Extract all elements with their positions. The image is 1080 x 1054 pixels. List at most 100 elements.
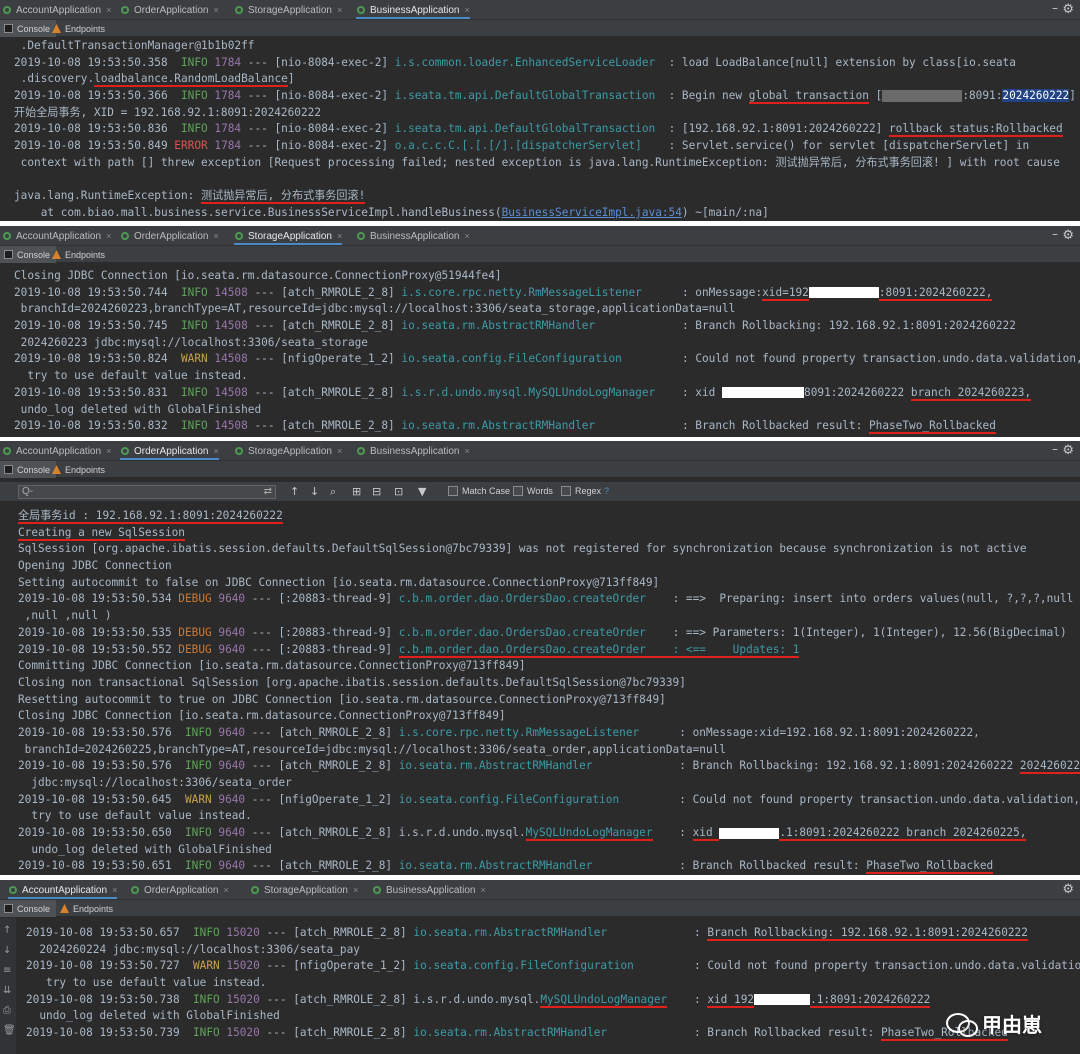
filter-icon[interactable]: ▼ xyxy=(418,485,426,498)
tab-business-application[interactable]: BusinessApplication × xyxy=(356,441,470,461)
run-icon xyxy=(2,231,12,241)
redaction-mask xyxy=(882,90,963,103)
log-line: context with path [] threw exception [Re… xyxy=(14,155,1080,172)
close-icon[interactable]: × xyxy=(337,446,342,456)
gear-icon[interactable]: ⚙ xyxy=(1062,882,1074,897)
log-segment: 2019-10-08 19:53:50.836 xyxy=(14,122,181,136)
wrap-icon[interactable]: ≡ xyxy=(3,966,13,976)
log-line: undo_log deleted with GlobalFinished xyxy=(14,402,1080,419)
arrow-up-icon[interactable]: ↑ xyxy=(3,926,13,936)
select-all-icon[interactable]: ⊡ xyxy=(394,485,403,498)
log-segment: 14508 xyxy=(214,285,248,299)
log-segment: 2019-10-08 19:53:50.738 xyxy=(26,992,193,1006)
log-segment: i.seata.tm.api.DefaultGlobalTransaction xyxy=(394,89,656,103)
tab-business-application[interactable]: BusinessApplication × xyxy=(356,226,470,246)
console-tab[interactable]: Console xyxy=(0,246,57,263)
gear-icon[interactable]: ⚙ xyxy=(1062,2,1074,17)
minimize-icon[interactable]: – xyxy=(1052,1,1058,15)
console-tab[interactable]: Console xyxy=(0,20,57,37)
console-log[interactable]: Closing JDBC Connection [io.seata.rm.dat… xyxy=(14,268,1080,435)
arrow-up-icon[interactable]: ↑ xyxy=(290,485,299,498)
regex-checkbox[interactable]: Regex xyxy=(561,486,601,496)
redaction-mask xyxy=(719,827,780,839)
arrow-down-icon[interactable]: ↓ xyxy=(310,485,319,498)
log-segment: Resetting autocommit to true on JDBC Con… xyxy=(18,692,666,706)
tab-order-application[interactable]: OrderApplication × xyxy=(120,226,219,246)
endpoints-tab[interactable]: Endpoints xyxy=(52,461,105,478)
console-log[interactable]: 全局事务id : 192.168.92.1:8091:2024260222 Cre… xyxy=(18,508,1080,875)
add-selection-icon[interactable]: ⊞ xyxy=(352,485,361,498)
close-icon[interactable]: × xyxy=(112,885,117,895)
minimize-icon[interactable]: – xyxy=(1052,442,1058,456)
run-icon xyxy=(356,446,366,456)
scroll-end-icon[interactable]: ⇊ xyxy=(3,986,13,996)
close-icon[interactable]: × xyxy=(106,446,111,456)
log-segment: Closing JDBC Connection [io.seata.rm.dat… xyxy=(18,709,506,723)
arrow-down-icon[interactable]: ↓ xyxy=(3,946,13,956)
endpoints-icon xyxy=(52,250,61,259)
console-tab[interactable]: Console xyxy=(0,900,57,917)
gear-icon[interactable]: ⚙ xyxy=(1062,228,1074,243)
tab-account-application[interactable]: AccountApplication × xyxy=(8,880,118,900)
close-icon[interactable]: × xyxy=(106,231,111,241)
tab-order-application[interactable]: OrderApplication × xyxy=(120,441,219,461)
remove-selection-icon[interactable]: ⊟ xyxy=(372,485,381,498)
log-line: 2019-10-08 19:53:50.366 INFO 1784 --- [n… xyxy=(14,88,1080,105)
tab-order-application[interactable]: OrderApplication × xyxy=(120,0,219,20)
log-line: try to use default value instead. xyxy=(26,975,1080,992)
log-segment: 9640 xyxy=(218,625,246,639)
close-icon[interactable]: × xyxy=(213,231,218,241)
gear-icon[interactable]: ⚙ xyxy=(1062,443,1074,458)
log-line: 2019-10-08 19:53:50.657 INFO 15020 --- [… xyxy=(26,925,1080,942)
minimize-icon[interactable]: – xyxy=(1052,227,1058,241)
match-case-checkbox[interactable]: Match Case xyxy=(448,486,510,496)
words-checkbox[interactable]: Words xyxy=(513,486,553,496)
close-icon[interactable]: × xyxy=(465,231,470,241)
close-icon[interactable]: × xyxy=(353,885,358,895)
print-icon[interactable]: ⎙ xyxy=(3,1006,13,1016)
log-segment: ) ~[main/:na] xyxy=(681,205,769,219)
search-input[interactable]: Q- ⇄ xyxy=(18,485,276,499)
log-segment: :8091:2024260222, xyxy=(878,285,993,301)
tab-business-application[interactable]: BusinessApplication × xyxy=(356,0,470,20)
tab-order-application[interactable]: OrderApplication × xyxy=(130,880,229,900)
endpoints-tab[interactable]: Endpoints xyxy=(60,900,113,917)
log-segment: 2019-10-08 19:53:50.534 xyxy=(18,592,179,606)
close-icon[interactable]: × xyxy=(106,5,111,15)
log-segment: INFO xyxy=(192,926,220,939)
console-log[interactable]: 2019-10-08 19:53:50.657 INFO 15020 --- [… xyxy=(26,925,1080,1042)
close-icon[interactable]: × xyxy=(213,5,218,15)
tab-account-application[interactable]: AccountApplication × xyxy=(2,226,111,246)
tab-storage-application[interactable]: StorageApplication × xyxy=(234,0,342,20)
log-segment: 2019-10-08 19:53:50.552 xyxy=(18,642,179,656)
trash-icon[interactable]: 🗑 xyxy=(3,1026,16,1036)
endpoints-tab[interactable]: Endpoints xyxy=(52,246,105,263)
run-tabbar: AccountApplication × OrderApplication × St… xyxy=(0,880,1080,900)
log-segment: : onMessage: xyxy=(641,285,763,299)
tab-account-application[interactable]: AccountApplication × xyxy=(2,0,111,20)
tab-storage-application[interactable]: StorageApplication × xyxy=(234,441,342,461)
tab-storage-application[interactable]: StorageApplication × xyxy=(234,226,343,246)
tab-account-application[interactable]: AccountApplication × xyxy=(2,441,111,461)
log-segment: : ==> Preparing: insert into orders valu… xyxy=(645,592,1074,606)
close-icon[interactable]: × xyxy=(223,885,228,895)
close-icon[interactable]: × xyxy=(337,5,342,15)
log-line: ,null ,null ) xyxy=(18,608,1080,625)
log-segment: : xyxy=(667,992,708,1006)
close-icon[interactable]: × xyxy=(465,446,470,456)
endpoints-tab[interactable]: Endpoints xyxy=(52,20,105,37)
find-all-icon[interactable]: ⌕ xyxy=(330,485,336,499)
close-icon[interactable]: × xyxy=(213,446,218,456)
log-line: Setting autocommit to false on JDBC Conn… xyxy=(18,575,1080,592)
log-segment: 2019-10-08 19:53:50.745 xyxy=(14,319,181,333)
log-segment: .discovery. xyxy=(14,72,95,86)
close-icon[interactable]: × xyxy=(337,231,342,241)
regex-history-icon[interactable]: ⇄ xyxy=(264,486,272,497)
console-tab[interactable]: Console xyxy=(0,461,57,478)
close-icon[interactable]: × xyxy=(481,885,486,895)
console-log[interactable]: .DefaultTransactionManager@1b1b02ff 2019-… xyxy=(14,38,1080,221)
close-icon[interactable]: × xyxy=(465,5,470,15)
tab-storage-application[interactable]: StorageApplication × xyxy=(250,880,358,900)
regex-help-link[interactable]: ? xyxy=(604,486,609,496)
tab-business-application[interactable]: BusinessApplication × xyxy=(372,880,486,900)
